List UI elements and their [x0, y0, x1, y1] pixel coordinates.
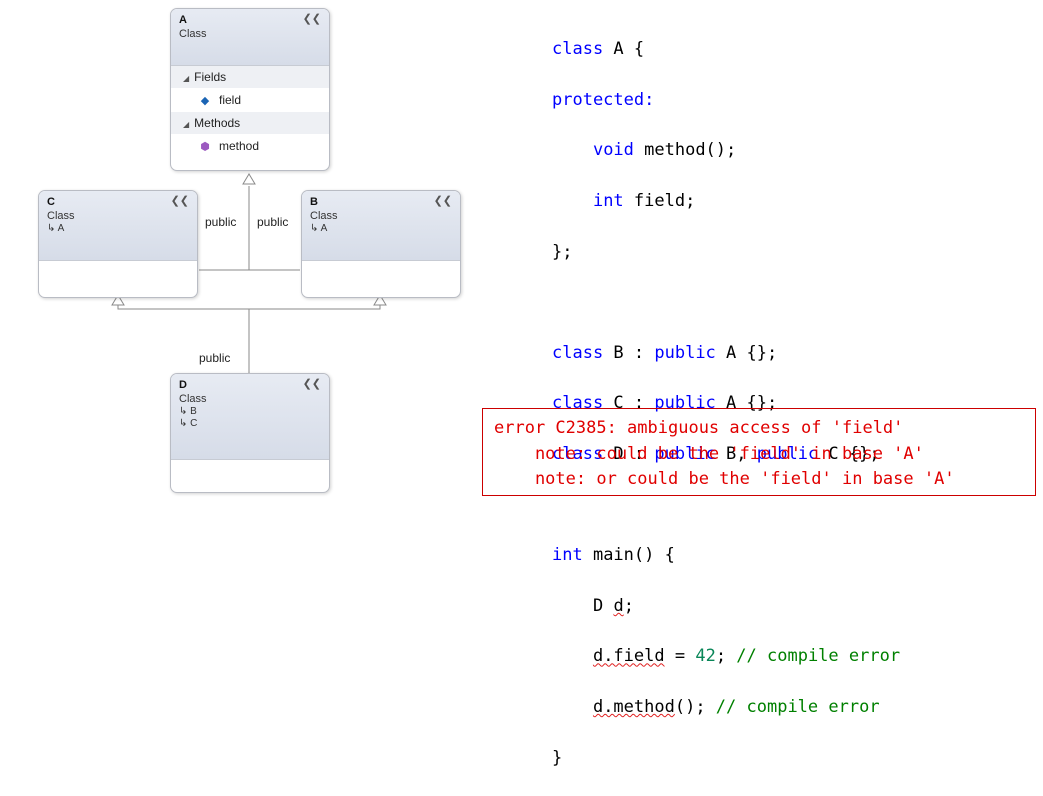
comment-token: // compile error [736, 646, 901, 667]
code-token: field; [623, 191, 696, 212]
compiler-error-box: error C2385: ambiguous access of 'field'… [482, 408, 1036, 496]
error-note-line: note: or could be the 'field' in base 'A… [494, 469, 955, 489]
protected-field-icon: ◆ [200, 95, 210, 107]
class-d-kind: Class [179, 393, 207, 405]
code-token: (); [674, 697, 716, 718]
code-line: }; [552, 240, 900, 265]
class-c-base-name: A [57, 223, 65, 234]
fields-section-header[interactable]: ◢ Fields [171, 66, 329, 88]
code-line: int main() { [552, 543, 900, 568]
field-member-label: field [219, 93, 242, 107]
class-a-name: A [179, 14, 187, 26]
code-line: class B : public A {}; [552, 341, 900, 366]
class-c-base: ↳ A [47, 223, 189, 235]
chevron-double-up-icon[interactable]: ❮❮ [434, 196, 452, 207]
keyword-token: int [592, 191, 624, 212]
code-line: d.field = 42; // compile error [552, 644, 900, 669]
class-d-base-name: B [190, 406, 197, 417]
inherits-arrow-icon: ↳ [179, 406, 188, 417]
collapse-triangle-icon[interactable]: ◢ [183, 120, 189, 129]
inherits-arrow-icon: ↳ [179, 418, 188, 429]
code-token: method(); [633, 140, 737, 161]
chevron-double-up-icon[interactable]: ❮❮ [171, 196, 189, 207]
class-b-base-name: A [320, 223, 328, 234]
code-token: ; [623, 595, 634, 616]
code-line: int field; [552, 189, 900, 214]
class-c-name: C [47, 196, 55, 208]
code-listing: class A { protected: void method(); int … [552, 12, 900, 796]
class-c-box[interactable]: C Class ↳ A ❮❮ [38, 190, 198, 298]
keyword-token: public [654, 342, 716, 363]
number-literal: 42 [695, 646, 716, 667]
arrowhead-to-a [242, 173, 256, 185]
code-token: A {}; [715, 342, 778, 363]
keyword-token: int [552, 545, 583, 566]
code-line: void method(); [552, 138, 900, 163]
class-d-header: D Class ↳ B ↳ C ❮❮ [171, 374, 329, 460]
code-line: D d; [552, 594, 900, 619]
chevron-double-up-icon[interactable]: ❮❮ [303, 379, 321, 390]
code-line: protected: [552, 88, 900, 113]
inherits-arrow-icon: ↳ [310, 223, 319, 234]
method-member-label: method [219, 139, 260, 153]
connector-d-to-b [249, 301, 381, 310]
keyword-token: class [552, 39, 604, 60]
chevron-double-up-icon[interactable]: ❮❮ [303, 14, 321, 25]
inherits-arrow-icon: ↳ [47, 223, 56, 234]
error-note-line: note: could be the 'field' in base 'A' [494, 443, 924, 464]
method-member[interactable]: ⬢ method [171, 134, 329, 158]
class-b-base: ↳ A [310, 223, 452, 235]
class-d-base-b: ↳ B [179, 406, 321, 418]
code-token: = [664, 646, 696, 667]
field-member[interactable]: ◆ field [171, 88, 329, 112]
code-token: main() { [582, 545, 675, 566]
class-c-kind: Class [47, 210, 75, 222]
keyword-token: void [592, 140, 634, 161]
class-a-box[interactable]: A Class ❮❮ ◢ Fields ◆ field ◢ Methods ⬢ meth… [170, 8, 330, 171]
code-token: B : [603, 342, 655, 363]
methods-section-label: Methods [194, 116, 241, 130]
class-b-name: B [310, 196, 318, 208]
edge-label-d-public: public [199, 351, 231, 365]
class-d-box[interactable]: D Class ↳ B ↳ C ❮❮ [170, 373, 330, 493]
keyword-token: protected: [552, 89, 655, 110]
fields-section-label: Fields [194, 70, 227, 84]
code-token: } [552, 747, 563, 768]
methods-section-header[interactable]: ◢ Methods [171, 112, 329, 134]
class-diagram: A Class ❮❮ ◢ Fields ◆ field ◢ Methods ⬢ meth… [0, 0, 480, 504]
code-line: d.method(); // compile error [552, 695, 900, 720]
code-line: } [552, 746, 900, 771]
code-token: ; [715, 646, 737, 667]
keyword-token: class [552, 342, 604, 363]
edge-label-c-public: public [205, 215, 237, 229]
class-a-header: A Class ❮❮ [171, 9, 329, 66]
collapse-triangle-icon[interactable]: ◢ [183, 74, 189, 83]
error-squiggle-token: d.method [592, 697, 675, 718]
code-token: D [592, 595, 614, 616]
class-c-header: C Class ↳ A ❮❮ [39, 191, 197, 261]
code-token: }; [552, 241, 573, 262]
class-d-base-name: C [190, 418, 198, 429]
protected-method-icon: ⬢ [200, 141, 210, 153]
error-line: error C2385: ambiguous access of 'field' [494, 418, 904, 438]
code-token: A { [603, 39, 645, 60]
error-squiggle-token: d [613, 595, 624, 616]
class-d-base-c: ↳ C [179, 418, 321, 430]
code-line: class A { [552, 37, 900, 62]
class-a-kind: Class [179, 28, 207, 40]
class-b-box[interactable]: B Class ↳ A ❮❮ [301, 190, 461, 298]
error-squiggle-token: d.field [592, 646, 665, 667]
edge-label-b-public: public [257, 215, 289, 229]
class-b-header: B Class ↳ A ❮❮ [302, 191, 460, 261]
class-d-name: D [179, 379, 187, 391]
comment-token: // compile error [715, 697, 880, 718]
class-b-kind: Class [310, 210, 338, 222]
